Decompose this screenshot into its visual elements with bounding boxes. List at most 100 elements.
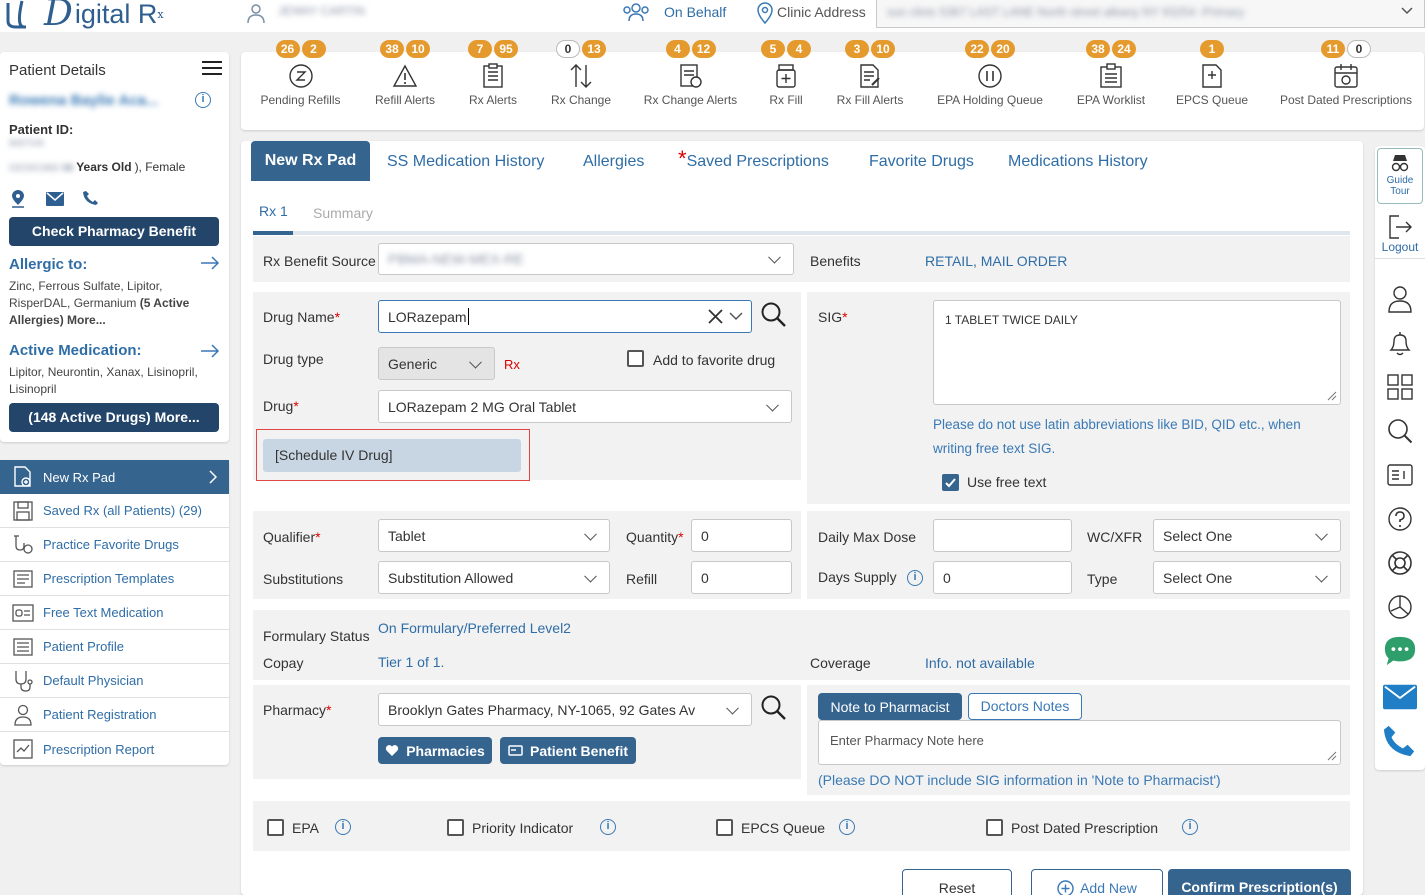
tab-allergies[interactable]: Allergies: [583, 153, 644, 171]
resize-handle-icon[interactable]: [1327, 751, 1337, 761]
queue-pending-refills[interactable]: 26 2 Pending Refills: [258, 40, 343, 107]
confirm-prescriptions-button[interactable]: Confirm Prescription(s): [1168, 869, 1351, 895]
tab-ss-medication-history[interactable]: SS Medication History: [387, 153, 544, 171]
patient-name[interactable]: Rowena Baylie Aca...: [9, 92, 159, 109]
queue-post-dated[interactable]: 11 0 Post Dated Prescriptions: [1277, 40, 1415, 107]
queue-rx-fill[interactable]: 54 Rx Fill: [760, 40, 812, 107]
id-card-icon[interactable]: [1383, 458, 1417, 492]
queue-epa-holding[interactable]: 22 20 EPA Holding Queue: [934, 40, 1046, 107]
hamburger-menu-icon[interactable]: [202, 60, 222, 76]
help-icon[interactable]: [1383, 502, 1417, 536]
sig-textarea[interactable]: 1 TABLET TWICE DAILY: [933, 300, 1341, 405]
menu-item-default-physician[interactable]: Default Physician: [0, 664, 229, 698]
wc-xfr-select[interactable]: Select One: [1153, 519, 1341, 552]
patient-info-icon[interactable]: i: [195, 92, 211, 108]
menu-item-patient-registration[interactable]: Patient Registration: [0, 698, 229, 732]
lifebuoy-icon[interactable]: [1383, 546, 1417, 580]
patient-benefit-button[interactable]: Patient Benefit: [500, 737, 636, 764]
chat-icon[interactable]: [1383, 634, 1417, 668]
pie-chart-icon[interactable]: [1383, 590, 1417, 624]
phone-icon[interactable]: [1383, 724, 1417, 758]
mail-icon[interactable]: [1383, 680, 1417, 714]
refill-input[interactable]: 0: [691, 561, 792, 594]
queue-rx-alerts[interactable]: 7 95 Rx Alerts: [459, 40, 527, 107]
benefit-source-select[interactable]: PBMA-NEW-MEX-RE: [378, 243, 794, 275]
drug-type-select[interactable]: Generic: [378, 347, 495, 380]
active-medication-title[interactable]: Active Medication:: [9, 342, 142, 359]
epcs-info-icon[interactable]: i: [839, 819, 855, 835]
allergic-arrow-icon[interactable]: [200, 256, 220, 270]
formulary-value[interactable]: On Formulary/Preferred Level2: [378, 620, 571, 636]
drug-search-icon[interactable]: [761, 302, 787, 328]
post-dated-checkbox[interactable]: [986, 819, 1003, 836]
add-new-button[interactable]: Add New: [1031, 869, 1163, 895]
substitutions-select[interactable]: Substitution Allowed: [378, 561, 610, 594]
active-drugs-more-button[interactable]: (148 Active Drugs) More...: [9, 403, 219, 432]
post-dated-info-icon[interactable]: i: [1182, 819, 1198, 835]
queue-epa-worklist[interactable]: 38 24 EPA Worklist: [1074, 40, 1148, 107]
benefits-value[interactable]: RETAIL, MAIL ORDER: [925, 253, 1067, 269]
email-icon[interactable]: [46, 192, 64, 206]
queue-rx-change-alerts[interactable]: 4 12 Rx Change Alerts: [639, 40, 742, 107]
clinic-address-select[interactable]: sun clinic 5367 LAST LANE North street a…: [876, 0, 1425, 28]
add-favorite-checkbox[interactable]: [627, 350, 644, 367]
dashboard-icon[interactable]: [1383, 370, 1417, 404]
menu-item-new-rx-pad[interactable]: New Rx Pad: [0, 460, 229, 494]
tab-favorite-drugs[interactable]: Favorite Drugs: [869, 153, 974, 171]
pharmacy-select[interactable]: Brooklyn Gates Pharmacy, NY-1065, 92 Gat…: [378, 693, 752, 726]
allergic-title[interactable]: Allergic to:: [9, 256, 87, 273]
coverage-value[interactable]: Info. not available: [925, 655, 1035, 671]
pharmacy-note-textarea[interactable]: Enter Pharmacy Note here: [818, 720, 1341, 765]
queue-rx-change[interactable]: 0 13 Rx Change: [546, 40, 616, 107]
daily-max-input[interactable]: [933, 519, 1072, 552]
priority-info-icon[interactable]: i: [600, 819, 616, 835]
menu-item-practice-favorite-drugs[interactable]: Practice Favorite Drugs: [0, 528, 229, 562]
epcs-checkbox[interactable]: [716, 819, 733, 836]
phone-icon[interactable]: [83, 190, 99, 206]
address-icon[interactable]: [10, 190, 26, 208]
epa-checkbox[interactable]: [267, 819, 284, 836]
drug-name-input[interactable]: LORazepam: [378, 300, 752, 333]
queue-rx-fill-alerts[interactable]: 3 10 Rx Fill Alerts: [833, 40, 907, 107]
menu-item-prescription-templates[interactable]: Prescription Templates: [0, 562, 229, 596]
chevron-down-icon[interactable]: [729, 311, 743, 321]
epa-info-icon[interactable]: i: [335, 819, 351, 835]
days-supply-info-icon[interactable]: i: [907, 570, 923, 586]
menu-item-saved-rx[interactable]: Saved Rx (all Patients) (29): [0, 494, 229, 528]
subtab-rx1[interactable]: Rx 1: [259, 203, 288, 219]
bell-icon[interactable]: [1383, 326, 1417, 360]
pharmacy-search-icon[interactable]: [761, 695, 787, 721]
check-pharmacy-benefit-button[interactable]: Check Pharmacy Benefit: [9, 217, 219, 246]
copay-value[interactable]: Tier 1 of 1.: [378, 654, 444, 670]
tab-new-rx-pad[interactable]: New Rx Pad: [251, 141, 370, 181]
guide-tour-button[interactable]: Guide Tour: [1377, 148, 1423, 204]
tab-medications-history[interactable]: Medications History: [1008, 153, 1148, 171]
tab-saved-prescriptions[interactable]: *Saved Prescriptions: [678, 148, 829, 171]
days-supply-input[interactable]: 0: [933, 561, 1072, 594]
clear-icon[interactable]: [708, 309, 723, 324]
reset-button[interactable]: Reset: [902, 869, 1012, 895]
resize-handle-icon[interactable]: [1327, 391, 1337, 401]
doctors-notes-tab[interactable]: Doctors Notes: [968, 693, 1082, 720]
user-name[interactable]: JENNY CARTIN: [278, 4, 365, 18]
queue-refill-alerts[interactable]: 38 10 Refill Alerts: [369, 40, 441, 107]
note-to-pharmacist-tab[interactable]: Note to Pharmacist: [818, 693, 962, 720]
logout-button[interactable]: Logout: [1377, 214, 1423, 254]
use-free-text-checkbox[interactable]: [942, 474, 959, 491]
pharmacies-button[interactable]: Pharmacies: [378, 737, 492, 764]
active-medication-arrow-icon[interactable]: [200, 344, 220, 358]
subtab-summary[interactable]: Summary: [313, 205, 373, 221]
menu-item-prescription-report[interactable]: Prescription Report: [0, 732, 229, 766]
app-logo[interactable]: Digital Rx: [4, 0, 164, 32]
qualifier-select[interactable]: Tablet: [378, 519, 610, 552]
on-behalf-link[interactable]: On Behalf: [664, 4, 726, 20]
menu-item-free-text-medication[interactable]: Free Text Medication: [0, 596, 229, 630]
search-icon[interactable]: [1383, 414, 1417, 448]
priority-checkbox[interactable]: [447, 819, 464, 836]
user-icon[interactable]: [1383, 282, 1417, 316]
quantity-input[interactable]: 0: [691, 519, 792, 552]
type-select[interactable]: Select One: [1153, 561, 1341, 594]
menu-item-patient-profile[interactable]: Patient Profile: [0, 630, 229, 664]
drug-select[interactable]: LORazepam 2 MG Oral Tablet: [378, 390, 792, 423]
queue-epcs[interactable]: 1 EPCS Queue: [1176, 40, 1248, 107]
